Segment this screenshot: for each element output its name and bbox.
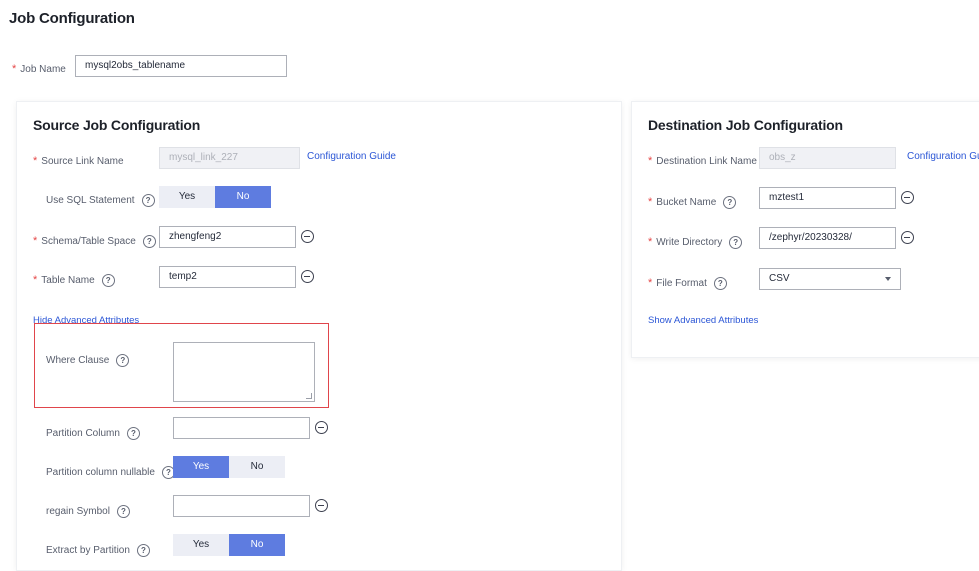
where-clause-label-text: Where Clause — [46, 355, 110, 367]
use-sql-label: Use SQL Statement? — [46, 194, 155, 207]
partition-column-label-text: Partition Column — [46, 428, 120, 440]
bucket-name-label: * Bucket Name? — [648, 196, 737, 209]
partition-column-label: Partition Column? — [46, 427, 140, 440]
partition-column-input[interactable] — [173, 417, 310, 439]
job-name-label-text: Job Name — [20, 64, 66, 75]
use-sql-yes-option[interactable]: Yes — [159, 186, 215, 208]
file-format-select[interactable]: CSV — [759, 268, 901, 290]
destination-link-name-label: * Destination Link Name — [648, 155, 757, 167]
required-mark: * — [648, 277, 653, 290]
required-mark: * — [648, 196, 653, 209]
extract-by-partition-label-text: Extract by Partition — [46, 545, 130, 557]
help-icon[interactable]: ? — [116, 354, 130, 367]
write-directory-input[interactable]: /zephyr/20230328/ — [759, 227, 896, 249]
more-options-icon[interactable] — [901, 191, 914, 204]
use-sql-toggle[interactable]: Yes No — [159, 186, 271, 208]
help-icon[interactable]: ? — [729, 236, 743, 249]
partition-nullable-no-option[interactable]: No — [229, 456, 285, 478]
more-options-icon[interactable] — [301, 270, 314, 283]
extract-by-partition-label: Extract by Partition? — [46, 544, 150, 557]
destination-link-name-field: obs_z — [759, 147, 896, 169]
destination-title: Destination Job Configuration — [648, 117, 843, 133]
file-format-label-text: File Format — [656, 278, 707, 290]
source-title: Source Job Configuration — [33, 117, 201, 133]
extract-by-partition-toggle[interactable]: Yes No — [173, 534, 285, 556]
source-link-name-field: mysql_link_227 — [159, 147, 300, 169]
bucket-name-label-text: Bucket Name — [656, 197, 717, 209]
job-name-input[interactable]: mysql2obs_tablename — [75, 55, 287, 77]
help-icon[interactable]: ? — [101, 274, 115, 287]
schema-input[interactable]: zhengfeng2 — [159, 226, 296, 248]
help-icon[interactable]: ? — [126, 427, 140, 440]
source-config-guide-link[interactable]: Configuration Guide — [307, 151, 396, 162]
schema-label: * Schema/Table Space? — [33, 235, 156, 248]
partition-nullable-yes-option[interactable]: Yes — [173, 456, 229, 478]
partition-nullable-label: Partition column nullable? — [46, 466, 175, 479]
help-icon[interactable]: ? — [116, 505, 130, 518]
help-icon[interactable]: ? — [142, 235, 156, 248]
partition-nullable-label-text: Partition column nullable — [46, 467, 155, 479]
use-sql-no-option[interactable]: No — [215, 186, 271, 208]
write-directory-label: * Write Directory? — [648, 236, 743, 249]
help-icon[interactable]: ? — [723, 196, 737, 209]
resize-handle[interactable] — [306, 393, 312, 399]
table-name-input[interactable]: temp2 — [159, 266, 296, 288]
schema-label-text: Schema/Table Space — [41, 236, 136, 248]
table-name-label-text: Table Name — [41, 275, 95, 287]
write-directory-label-text: Write Directory — [656, 237, 723, 249]
show-advanced-attributes-link[interactable]: Show Advanced Attributes — [648, 315, 758, 326]
bucket-name-input[interactable]: mztest1 — [759, 187, 896, 209]
required-mark: * — [33, 155, 38, 167]
more-options-icon[interactable] — [315, 499, 328, 512]
help-icon[interactable]: ? — [713, 277, 727, 290]
help-icon[interactable]: ? — [136, 544, 150, 557]
table-name-label: * Table Name? — [33, 274, 115, 287]
required-mark: * — [648, 236, 653, 249]
partition-nullable-toggle[interactable]: Yes No — [173, 456, 285, 478]
regain-symbol-input[interactable] — [173, 495, 310, 517]
required-mark: * — [33, 235, 38, 248]
file-format-value: CSV — [769, 273, 790, 284]
job-name-label: * Job Name — [12, 63, 66, 75]
required-mark: * — [33, 274, 38, 287]
extract-yes-option[interactable]: Yes — [173, 534, 229, 556]
use-sql-label-text: Use SQL Statement — [46, 195, 135, 207]
more-options-icon[interactable] — [901, 231, 914, 244]
extract-no-option[interactable]: No — [229, 534, 285, 556]
destination-config-guide-link[interactable]: Configuration Guid — [907, 151, 979, 162]
source-link-name-label: * Source Link Name — [33, 155, 124, 167]
help-icon[interactable]: ? — [141, 194, 155, 207]
page-title: Job Configuration — [9, 10, 135, 27]
more-options-icon[interactable] — [301, 230, 314, 243]
source-link-name-label-text: Source Link Name — [41, 156, 124, 167]
more-options-icon[interactable] — [315, 421, 328, 434]
required-mark: * — [12, 63, 17, 75]
file-format-label: * File Format? — [648, 277, 727, 290]
required-mark: * — [648, 155, 653, 167]
where-clause-label: Where Clause? — [46, 354, 130, 367]
regain-symbol-label-text: regain Symbol — [46, 506, 110, 518]
where-clause-textarea[interactable] — [173, 342, 315, 402]
destination-link-name-label-text: Destination Link Name — [656, 156, 757, 167]
regain-symbol-label: regain Symbol? — [46, 505, 130, 518]
chevron-down-icon — [885, 277, 891, 281]
